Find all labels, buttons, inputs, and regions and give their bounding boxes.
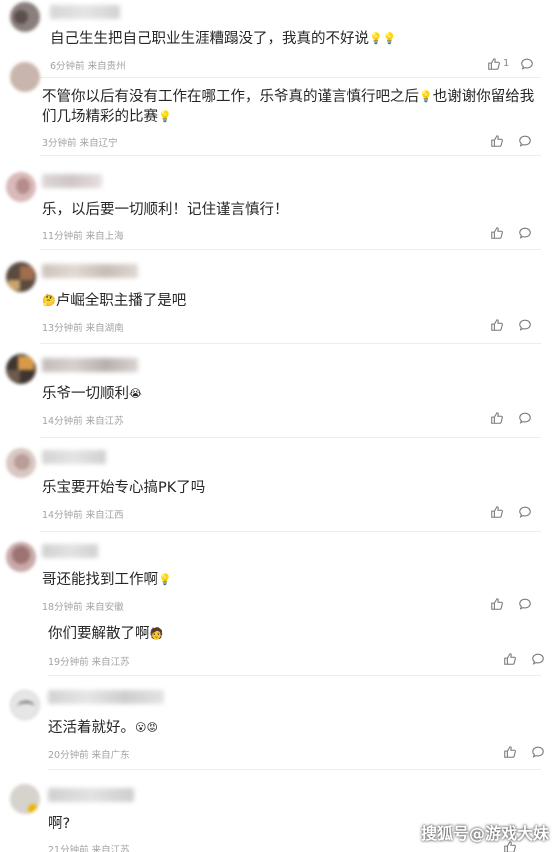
comment-meta: 6分钟前 来自贵州 (50, 61, 126, 72)
comment-4: 🤔卢崛全职主播了是吧 13分钟前 来自湖南 (0, 250, 559, 344)
comment-text: 乐，以后要一切顺利！记住谨言慎行！ (42, 202, 289, 218)
thumbs-up-icon[interactable] (490, 134, 504, 148)
comment-meta: 20分钟前 来自广东 (48, 750, 130, 761)
avatar[interactable] (10, 2, 40, 32)
username-blurred[interactable] (42, 544, 98, 558)
avatar[interactable] (6, 448, 36, 478)
comment-meta: 18分钟前 来自安徽 (42, 602, 124, 613)
thumbs-up-icon[interactable] (503, 652, 517, 666)
comment-meta: 11分钟前 来自上海 (42, 231, 124, 242)
thumbs-up-icon[interactable] (490, 505, 504, 519)
thumbs-up-icon[interactable] (490, 318, 504, 332)
comment-meta: 14分钟前 来自江苏 (42, 416, 124, 427)
comment-7: 哥还能找到工作啊💡 18分钟前 来自安徽 (0, 532, 559, 620)
comment-6: 乐宝要开始专心搞PK了吗 14分钟前 来自江西 (0, 438, 559, 532)
comment-meta: 3分钟前 来自辽宁 (42, 138, 118, 149)
lightbulb-emoji: 💡💡 (369, 32, 397, 45)
comment-bubble-icon[interactable] (518, 318, 532, 332)
comment-1: 自己生生把自己职业生涯糟蹋没了，我真的不好说💡💡 6分钟前 来自贵州 1 (0, 0, 559, 78)
comment-bubble-icon[interactable] (531, 745, 545, 759)
comment-2: 不管你以后有没有工作在哪工作，乐爷真的谨言慎行吧之后💡也谢谢你留给我们几场精彩的… (0, 62, 559, 156)
thinking-emoji: 🤔 (42, 294, 56, 307)
watermark: 搜狐号@游戏大妹 (420, 824, 549, 843)
thumbs-up-icon[interactable] (487, 57, 501, 71)
emoji-reaction: 😮😡 (135, 721, 158, 734)
comment-bubble-icon[interactable] (518, 505, 532, 519)
comment-text: 哥还能找到工作啊💡 (42, 572, 172, 588)
thumbs-up-icon[interactable] (490, 597, 504, 611)
username-blurred[interactable] (48, 690, 164, 704)
comment-text: 🤔卢崛全职主播了是吧 (42, 293, 187, 309)
username-blurred[interactable] (42, 174, 102, 188)
comment-bubble-icon[interactable] (518, 597, 532, 611)
username-blurred[interactable] (42, 264, 138, 278)
comment-text: 乐宝要开始专心搞PK了吗 (42, 480, 206, 496)
comment-meta: 21分钟前 来自江苏 (48, 845, 130, 852)
lightbulb-emoji: 💡 (158, 110, 172, 123)
comment-bubble-icon[interactable] (518, 411, 532, 425)
comment-bubble-icon[interactable] (520, 57, 534, 71)
comment-text: 啊? (48, 816, 71, 832)
comment-8: 你们要解散了啊🧑 19分钟前 来自江苏 (0, 620, 559, 676)
avatar[interactable] (10, 62, 40, 92)
avatar[interactable] (6, 542, 36, 572)
comment-text: 乐爷一切顺利😭 (42, 386, 142, 402)
comment-9: 还活着就好。😮😡 20分钟前 来自广东 (0, 676, 559, 770)
username-blurred[interactable] (50, 5, 120, 19)
person-emoji: 🧑 (149, 627, 164, 640)
comment-meta: 13分钟前 来自湖南 (42, 323, 124, 334)
thumbs-up-icon[interactable] (503, 745, 517, 759)
username-blurred[interactable] (42, 358, 138, 372)
avatar[interactable] (10, 784, 40, 814)
thumbs-up-icon[interactable] (490, 411, 504, 425)
like-count: 1 (503, 58, 510, 69)
comment-bubble-icon[interactable] (531, 652, 545, 666)
lightbulb-emoji: 💡 (158, 573, 172, 586)
comment-text: 自己生生把自己职业生涯糟蹋没了，我真的不好说💡💡 (50, 31, 397, 47)
username-blurred[interactable] (42, 450, 106, 464)
username-blurred[interactable] (48, 788, 134, 802)
avatar[interactable] (6, 172, 36, 202)
lightbulb-emoji: 💡 (419, 90, 433, 103)
comment-text: 不管你以后有没有工作在哪工作，乐爷真的谨言慎行吧之后💡也谢谢你留给我们几场精彩的… (42, 89, 535, 125)
comment-3: 乐，以后要一切顺利！记住谨言慎行！ 11分钟前 来自上海 (0, 156, 559, 250)
crying-emoji: 😭 (129, 387, 142, 400)
avatar[interactable] (10, 690, 40, 720)
thumbs-up-icon[interactable] (490, 226, 504, 240)
avatar[interactable] (6, 262, 36, 292)
comment-text: 还活着就好。😮😡 (48, 720, 158, 736)
comment-meta: 14分钟前 来自江西 (42, 510, 124, 521)
avatar[interactable] (6, 354, 36, 384)
comment-bubble-icon[interactable] (518, 226, 532, 240)
comment-text: 你们要解散了啊🧑 (48, 626, 164, 642)
comment-5: 乐爷一切顺利😭 14分钟前 来自江苏 (0, 344, 559, 438)
comment-bubble-icon[interactable] (518, 134, 532, 148)
comment-meta: 19分钟前 来自江苏 (48, 657, 130, 668)
